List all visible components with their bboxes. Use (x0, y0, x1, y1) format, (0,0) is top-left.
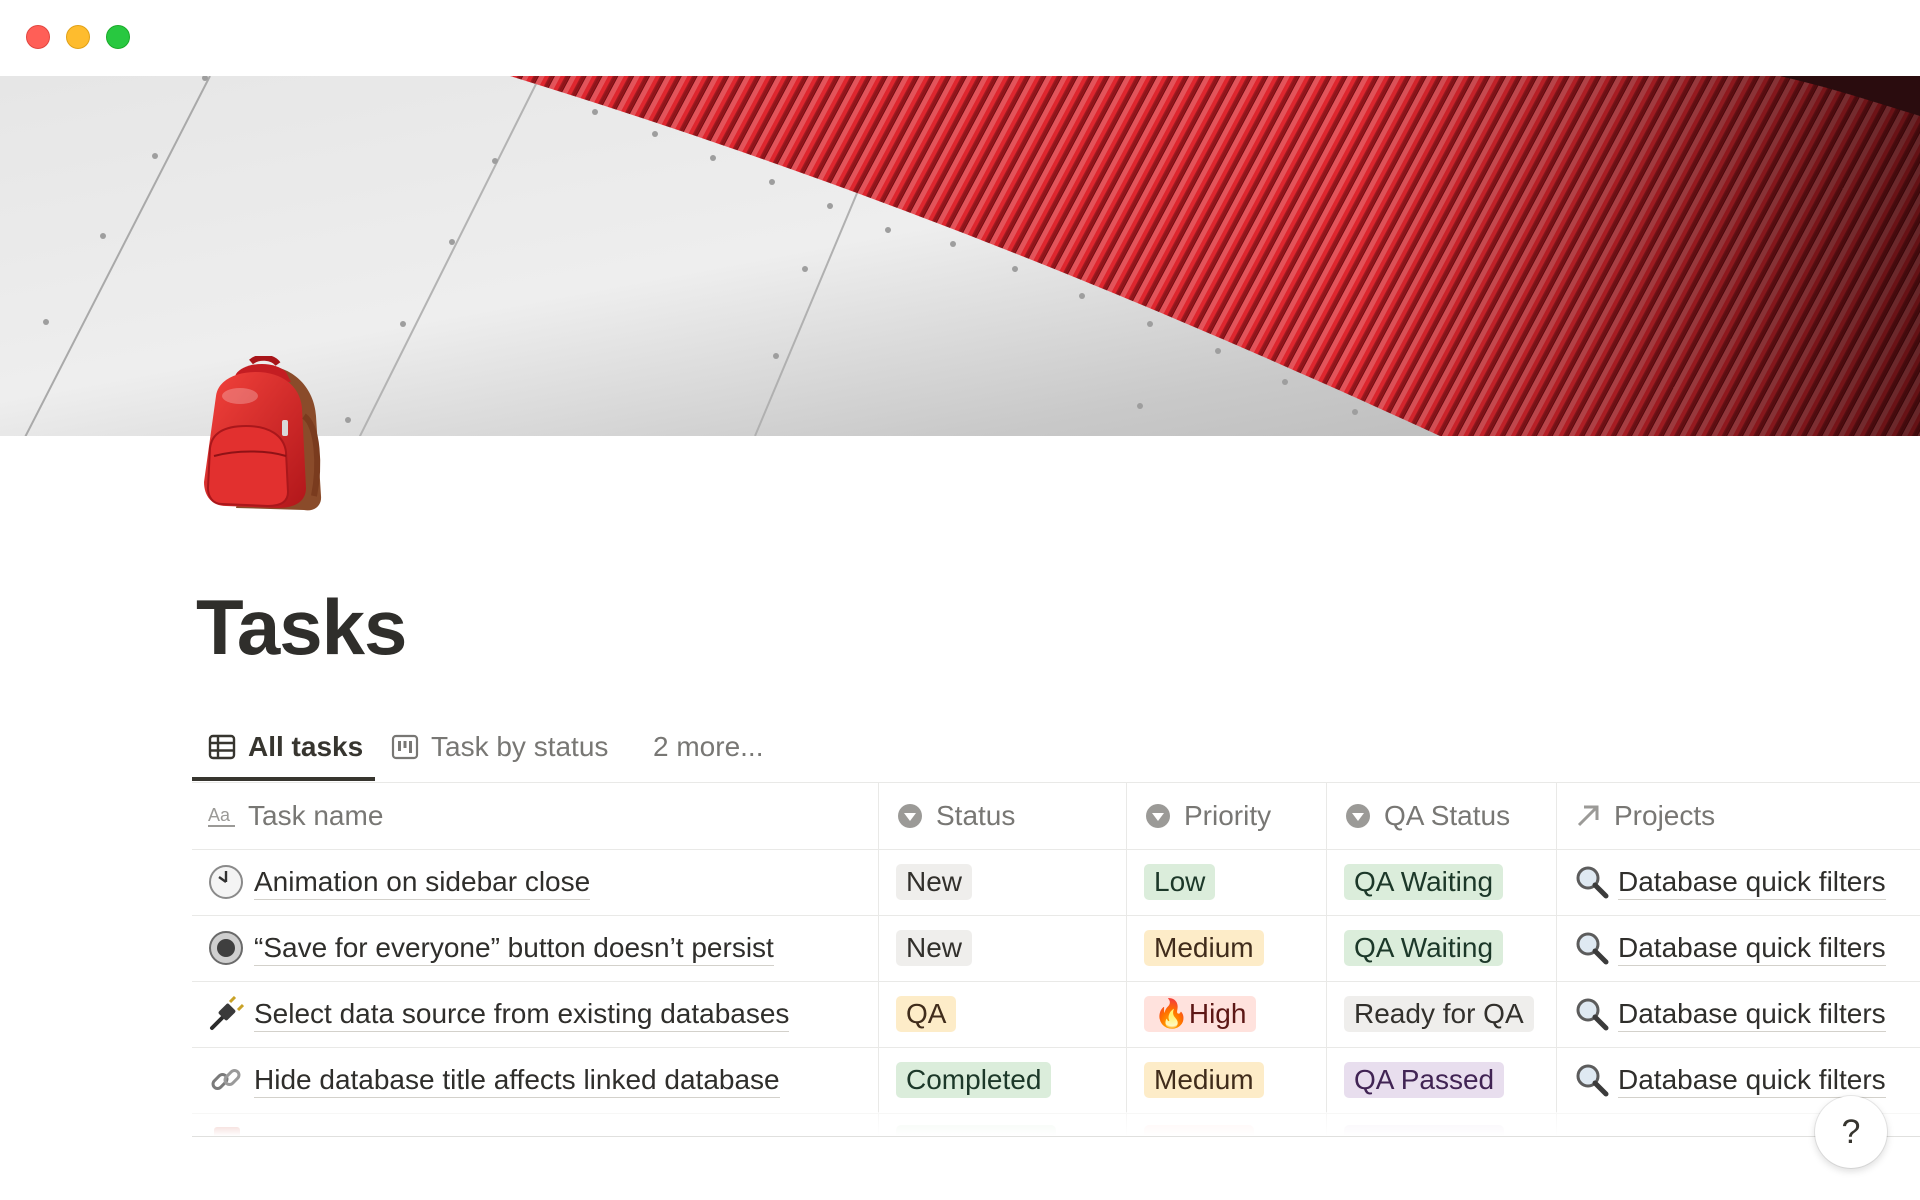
status-tag: New (896, 864, 973, 900)
task-name-cell[interactable]: Hide database title affects linked datab… (208, 1047, 868, 1113)
priority-tag: Low (1144, 864, 1216, 900)
status-cell[interactable]: Completed (896, 1047, 1121, 1113)
task-name[interactable]: Animation on sidebar close (254, 865, 591, 900)
table-fade (192, 1112, 1920, 1136)
task-name[interactable]: Select data source from existing databas… (254, 997, 790, 1032)
column-label: Task name (248, 800, 384, 831)
status-cell[interactable]: New (896, 849, 1121, 915)
radio-button-icon (209, 931, 243, 965)
qa-status-cell[interactable]: QA Waiting (1344, 915, 1552, 981)
magnifying-glass-icon (1576, 866, 1609, 899)
text-aa-icon: Aa (208, 805, 235, 827)
table-row[interactable]: Select data source from existing databas… (192, 981, 1920, 1048)
column-header-projects[interactable]: Projects (1574, 783, 1920, 849)
column-label: Priority (1184, 800, 1272, 831)
task-name[interactable]: Hide database title affects linked datab… (254, 1063, 780, 1098)
select-icon (898, 804, 922, 828)
table-row[interactable]: Animation on sidebar close New Low QA Wa… (192, 849, 1920, 916)
status-tag: QA (896, 996, 957, 1032)
plug-icon (210, 996, 244, 1030)
active-tab-indicator (192, 777, 375, 781)
qa-status-cell[interactable]: QA Passed (1344, 1047, 1552, 1113)
project-cell[interactable]: Database quick filters (1574, 849, 1920, 915)
column-header-qa-status[interactable]: QA Status (1344, 783, 1552, 849)
column-header-task-name[interactable]: Aa Task name (208, 783, 868, 849)
tab-label: All tasks (248, 731, 364, 762)
clock-icon (209, 865, 243, 899)
view-tabs: All tasks Task by status 2 more... (192, 714, 1920, 782)
qa-status-cell[interactable]: Ready for QA (1344, 981, 1552, 1047)
status-tag: New (896, 930, 973, 966)
select-icon (1346, 804, 1370, 828)
table-header: Aa Task name Status Priority QA Status P… (192, 783, 1920, 850)
magnifying-glass-icon (1576, 1064, 1609, 1097)
tab-label: Task by status (431, 731, 609, 762)
select-icon (1146, 804, 1170, 828)
project-cell[interactable]: Database quick filters (1574, 981, 1920, 1047)
minimize-window-button[interactable] (66, 25, 90, 49)
tab-task-by-status[interactable]: Task by status (391, 714, 608, 780)
column-header-status[interactable]: Status (896, 783, 1121, 849)
priority-cell[interactable]: Low (1144, 849, 1322, 915)
table-row[interactable]: “Save for everyone” button doesn’t persi… (192, 915, 1920, 982)
relation-arrow-icon (1577, 805, 1599, 827)
magnifying-glass-icon (1576, 998, 1609, 1031)
project-link[interactable]: Database quick filters (1618, 865, 1886, 900)
column-label: Status (936, 800, 1016, 831)
status-cell[interactable]: QA (896, 981, 1121, 1047)
task-name-cell[interactable]: Animation on sidebar close (208, 849, 868, 915)
table-icon (208, 734, 236, 760)
tab-label: 2 more... (653, 731, 764, 762)
qa-status-tag: Ready for QA (1344, 996, 1534, 1032)
tab-more-views[interactable]: 2 more... (653, 714, 763, 780)
qa-status-cell[interactable]: QA Waiting (1344, 849, 1552, 915)
app-window: Tasks All tasks Task by status 2 more... (0, 0, 1920, 1200)
priority-cell[interactable]: Medium (1144, 915, 1322, 981)
project-link[interactable]: Database quick filters (1618, 1063, 1886, 1098)
status-cell[interactable]: New (896, 915, 1121, 981)
title-bar (0, 0, 1920, 76)
priority-cell[interactable]: Medium (1144, 1047, 1322, 1113)
page-title[interactable]: Tasks (196, 588, 407, 666)
project-link[interactable]: Database quick filters (1618, 931, 1886, 966)
svg-text:Aa: Aa (208, 805, 231, 825)
help-button[interactable]: ? (1815, 1096, 1887, 1168)
task-name[interactable]: “Save for everyone” button doesn’t persi… (254, 931, 774, 966)
project-cell[interactable]: Database quick filters (1574, 915, 1920, 981)
column-label: Projects (1614, 800, 1716, 831)
qa-status-tag: QA Waiting (1344, 864, 1504, 900)
status-tag: Completed (896, 1062, 1052, 1098)
board-icon (391, 734, 419, 760)
link-icon (211, 1069, 241, 1090)
help-label: ? (1841, 1112, 1861, 1151)
priority-tag: Medium (1144, 1062, 1264, 1098)
backpack-icon[interactable] (196, 354, 346, 516)
table-row[interactable]: Hide database title affects linked datab… (192, 1047, 1920, 1114)
priority-tag: 🔥High (1144, 996, 1257, 1032)
column-header-priority[interactable]: Priority (1144, 783, 1322, 849)
priority-tag: Medium (1144, 930, 1264, 966)
magnifying-glass-icon (1576, 932, 1609, 965)
tab-all-tasks[interactable]: All tasks (208, 714, 363, 780)
task-name-cell[interactable]: Select data source from existing databas… (208, 981, 868, 1047)
qa-status-tag: QA Waiting (1344, 930, 1504, 966)
priority-cell[interactable]: 🔥High (1144, 981, 1322, 1047)
zoom-window-button[interactable] (106, 25, 130, 49)
column-label: QA Status (1384, 800, 1511, 831)
close-window-button[interactable] (26, 25, 50, 49)
project-link[interactable]: Database quick filters (1618, 997, 1886, 1032)
divider (192, 1136, 1920, 1137)
task-name-cell[interactable]: “Save for everyone” button doesn’t persi… (208, 915, 868, 981)
tasks-table: Aa Task name Status Priority QA Status P… (192, 783, 1920, 1136)
qa-status-tag: QA Passed (1344, 1062, 1505, 1098)
